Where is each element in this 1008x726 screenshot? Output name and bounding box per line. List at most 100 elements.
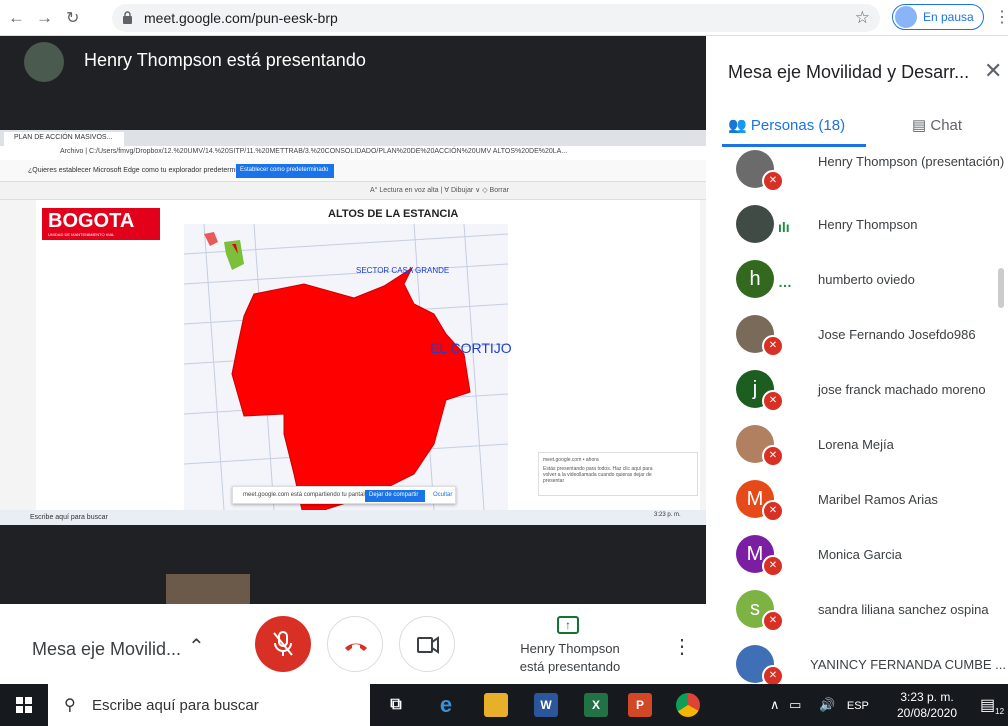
taskbar-search-box[interactable]: ⚲ Escribe aquí para buscar [48,684,370,726]
participant-name: Henry Thompson (presentación) [818,154,1005,169]
more-options-icon[interactable]: ⋮ [672,634,692,659]
presenting-title: Henry Thompson está presentando [84,50,366,70]
network-icon[interactable]: ▭ [789,697,801,712]
shared-address: Archivo | C:/Users/fmvg/Dropbox/12.%20UM… [0,146,706,160]
participant-name: jose franck machado moreno [818,382,986,397]
participant-row[interactable]: ✕ YANINCY FERNANDA CUMBE ... [706,639,1008,684]
back-icon[interactable]: ← [8,8,25,28]
mic-off-icon: ✕ [762,665,784,684]
camera-toggle-button[interactable] [399,616,455,672]
profile-pause-button[interactable]: En pausa [892,4,984,30]
shared-tab: PLAN DE ACCIÓN MASIVOS... [4,132,124,146]
windows-start-icon[interactable] [16,697,32,713]
participant-row[interactable]: ✕ Lorena Mejía [706,419,1008,474]
meet-control-bar: Mesa eje Movilid... ⌃ ↑ Henry Thompson e… [0,604,706,684]
shared-infobar: ¿Quieres establecer Microsoft Edge como … [0,160,706,182]
forward-icon[interactable]: → [36,8,53,28]
map-drawing [183,223,509,511]
participant-name: humberto oviedo [818,272,915,287]
panel-title: Mesa eje Movilidad y Desarr... [728,62,970,82]
mic-toggle-button[interactable] [255,616,311,672]
lock-icon [123,11,132,24]
people-panel: Mesa eje Movilidad y Desarr... ✕ 👥 Perso… [706,36,1008,684]
share-text: meet.google.com está compartiendo tu pan… [243,492,372,498]
tab-people[interactable]: 👥 Personas (18) [728,116,845,134]
presenting-status[interactable]: Henry Thompson está presentando [500,640,640,676]
tab-chat[interactable]: ▤ Chat [912,116,962,134]
share-notice: meet.google.com está compartiendo tu pan… [232,486,456,504]
notification-count: 12 [995,707,1005,717]
participant-row[interactable]: ✕ Henry Thompson (presentación) [706,148,1008,199]
browser-menu-icon[interactable]: ⋮ [994,7,1008,27]
language-indicator[interactable]: ESP [847,700,869,712]
mic-off-icon: ✕ [762,390,784,412]
meeting-name[interactable]: Mesa eje Movilid... [32,639,181,660]
hang-up-button[interactable] [327,616,383,672]
profile-avatar [895,6,917,28]
participant-name: sandra liliana sanchez ospina [818,602,989,617]
speaking-icon: ılı [778,219,790,235]
participant-row[interactable]: M ✕ Monica Garcia [706,529,1008,584]
url-text: meet.google.com/pun-eesk-brp [144,10,338,26]
participant-row[interactable]: ılı Henry Thompson [706,199,1008,254]
taskbar-date: 20/08/2020 [896,706,958,720]
powerpoint-icon[interactable]: P [628,693,652,717]
shared-taskbar-search: Escribe aquí para buscar [30,514,108,521]
edge-icon[interactable]: e [434,693,458,717]
participant-avatar [736,205,774,243]
logo-text: BOGOTA [48,210,135,232]
more-dots-icon: … [778,274,792,290]
share-stop: Dejar de compartir [365,490,425,502]
excel-icon[interactable]: X [584,693,608,717]
reload-icon[interactable]: ↻ [66,8,79,28]
participant-row[interactable]: s ✕ sandra liliana sanchez ospina [706,584,1008,639]
participant-name: Maribel Ramos Arias [818,492,938,507]
participant-row[interactable]: ✕ Jose Fernando Josefdo986 [706,309,1008,364]
notif-body: Estás presentando para todos. Haz clic a… [543,466,653,484]
mic-off-icon: ✕ [762,335,784,357]
tab-chat-label: Chat [930,117,963,134]
notif-title: meet.google.com • ahora [543,457,599,463]
shared-notification: meet.google.com • ahora Estás presentand… [538,452,698,496]
pdf-tools: A° Lectura en voz alta | ∀ Dibujar ∨ ◇ B… [370,187,509,194]
participant-list[interactable]: ✕ Henry Thompson (presentación) ılı Henr… [706,148,1008,684]
mic-off-icon: ✕ [762,555,784,577]
close-icon[interactable]: ✕ [984,58,1002,84]
system-tray[interactable]: ∧ ▭ 🔊 ESP [770,697,869,713]
participant-row[interactable]: j ✕ jose franck machado moreno [706,364,1008,419]
word-icon[interactable]: W [534,693,558,717]
tray-chevron-icon[interactable]: ∧ [770,697,780,712]
task-view-icon[interactable]: ⧉ [384,693,408,717]
pause-label: En pausa [923,10,974,24]
file-explorer-icon[interactable] [484,693,508,717]
participant-name: YANINCY FERNANDA CUMBE ... [810,657,1006,672]
participant-name: Henry Thompson [818,217,918,232]
notification-center-icon[interactable]: ▤12 [980,695,1004,716]
mic-off-icon: ✕ [762,500,784,522]
infobar-text: ¿Quieres establecer Microsoft Edge como … [28,167,257,174]
volume-icon[interactable]: 🔊 [819,697,835,712]
logo-sub: UNIDAD DE MANTENIMIENTO VIAL [48,232,115,237]
chevron-up-icon[interactable]: ⌃ [188,634,205,659]
presenting-line1: Henry Thompson [520,641,620,656]
tab-people-label: Personas (18) [750,117,846,134]
shared-taskbar: Escribe aquí para buscar 3:23 p. m. [0,510,706,525]
taskbar-clock[interactable]: 3:23 p. m. 20/08/2020 [892,689,962,721]
participant-avatar: h [736,260,774,298]
windows-taskbar: ⚲ Escribe aquí para buscar ⧉ e W X P ∧ ▭… [0,684,1008,726]
chrome-icon[interactable] [676,693,700,717]
present-screen-icon[interactable]: ↑ [557,616,579,634]
participant-row[interactable]: M ✕ Maribel Ramos Arias [706,474,1008,529]
participant-name: Monica Garcia [818,547,902,562]
camera-icon [417,636,439,654]
participant-row[interactable]: h … humberto oviedo [706,254,1008,309]
panel-scrollbar[interactable] [998,268,1004,308]
mic-off-icon: ✕ [762,445,784,467]
share-hide: Ocultar [433,492,453,498]
taskbar-time: 3:23 p. m. [900,690,954,704]
address-bar[interactable]: meet.google.com/pun-eesk-brp ☆ [112,4,880,32]
mic-off-icon: ✕ [762,170,784,192]
bookmark-star-icon[interactable]: ☆ [855,8,870,28]
active-tab-indicator [722,144,866,147]
cortijo-label: EL CORTIJO [430,340,512,356]
